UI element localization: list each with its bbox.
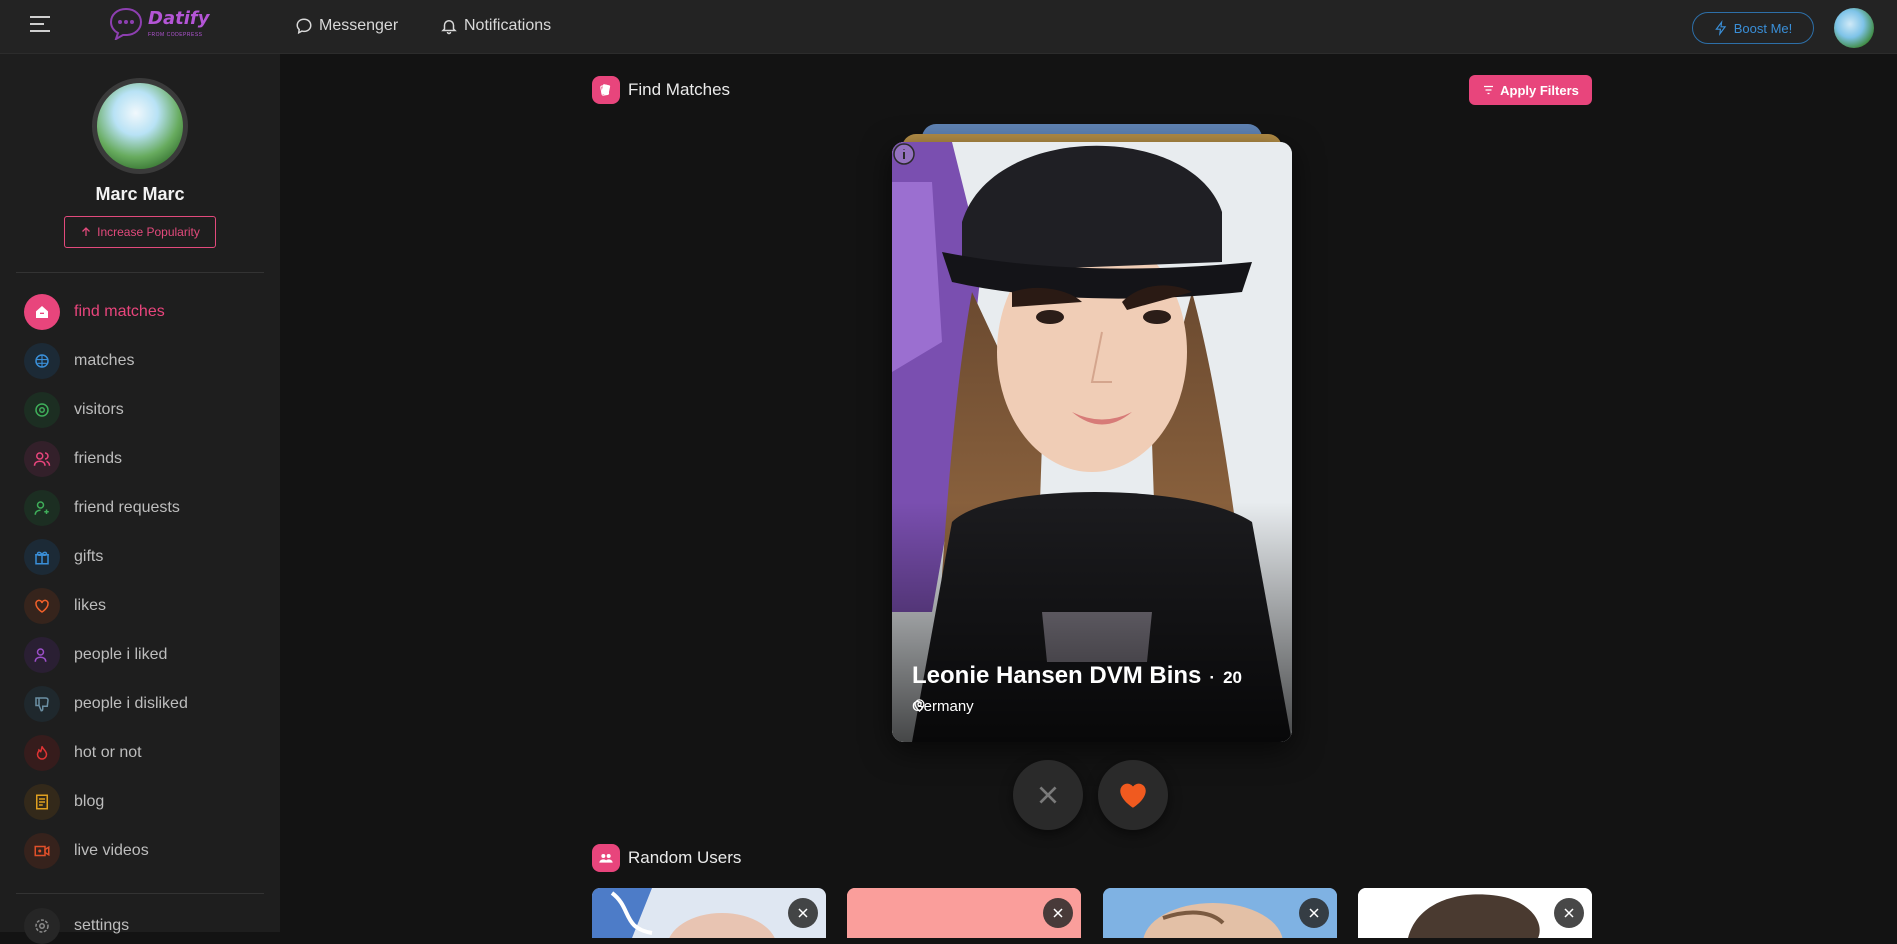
sidebar-item-label: blog (74, 793, 105, 810)
logo-subtext: FROM CODEPRESS (148, 32, 203, 38)
random-users-heading: Random Users (592, 844, 741, 872)
sidebar-item-live-videos[interactable]: live videos (24, 833, 149, 869)
cards-icon (592, 76, 620, 104)
chat-icon (296, 18, 312, 35)
notifications-link[interactable]: Notifications (440, 17, 551, 35)
sidebar-item-matches[interactable]: matches (24, 343, 134, 379)
sidebar-item-people-i-disliked[interactable]: people i disliked (24, 686, 188, 722)
close-icon[interactable] (1554, 898, 1584, 928)
thumbs-down-icon (24, 686, 60, 722)
main-content: Find Matches Apply Filters Leonie Hansen… (280, 54, 1897, 938)
eye-icon (24, 392, 60, 428)
notifications-label: Notifications (464, 17, 552, 34)
boost-button[interactable]: Boost Me! (1692, 12, 1814, 44)
sidebar-item-label: people i liked (74, 646, 168, 663)
sidebar-item-label: hot or not (74, 744, 142, 761)
sidebar-item-likes[interactable]: likes (24, 588, 106, 624)
sidebar-item-label: live videos (74, 842, 149, 859)
sidebar-item-label: people i disliked (74, 695, 188, 712)
sidebar-item-label: friends (74, 450, 123, 467)
logo[interactable]: Datify FROM CODEPRESS (108, 6, 209, 42)
sidebar-item-find-matches[interactable]: find matches (24, 294, 165, 330)
match-name-text: Leonie Hansen DVM Bins (912, 662, 1202, 689)
close-icon (1039, 786, 1057, 804)
dislike-button[interactable] (1013, 760, 1083, 830)
match-card[interactable]: Leonie Hansen DVM Bins · 20 Germany (892, 142, 1292, 742)
sidebar-item-label: likes (74, 597, 107, 614)
document-icon (24, 784, 60, 820)
heart-icon (24, 588, 60, 624)
close-icon[interactable] (1043, 898, 1073, 928)
sidebar-item-visitors[interactable]: visitors (24, 392, 124, 428)
sidebar-item-people-i-liked[interactable]: people i liked (24, 637, 167, 673)
sidebar-item-settings[interactable]: settings (24, 908, 129, 944)
users-icon (592, 844, 620, 872)
sidebar-item-friend-requests[interactable]: friend requests (24, 490, 180, 526)
like-button[interactable] (1098, 760, 1168, 830)
heart-icon (1120, 783, 1146, 808)
sidebar-item-label: friend requests (74, 499, 180, 516)
match-name: Leonie Hansen DVM Bins · 20 (912, 662, 1242, 690)
increase-popularity-label: Increase Popularity (97, 225, 200, 239)
sidebar-item-friends[interactable]: friends (24, 441, 122, 477)
match-photo (892, 142, 1292, 742)
gear-icon (24, 908, 60, 944)
flame-icon (24, 735, 60, 771)
random-user-card[interactable] (1103, 888, 1337, 938)
menu-icon[interactable] (30, 16, 50, 36)
sidebar-item-label: visitors (74, 401, 124, 418)
match-location: Germany (912, 698, 974, 715)
logo-text: Datify (148, 8, 210, 29)
random-users-title: Random Users (628, 848, 742, 867)
lightning-icon (1714, 20, 1726, 36)
boost-label: Boost Me! (1733, 20, 1793, 36)
bell-icon (441, 20, 457, 35)
sidebar-item-label: find matches (74, 303, 165, 320)
random-user-card[interactable] (847, 888, 1081, 938)
sidebar: Marc Marc Increase Popularity find match… (0, 54, 280, 944)
user-avatar[interactable] (1834, 8, 1874, 48)
user-check-icon (24, 637, 60, 673)
match-age: 20 (1223, 668, 1242, 687)
globe-icon (24, 343, 60, 379)
random-user-card[interactable] (592, 888, 826, 938)
find-matches-title: Find Matches (628, 80, 731, 99)
users-icon (24, 441, 60, 477)
home-icon (24, 294, 60, 330)
apply-filters-label: Apply Filters (1500, 82, 1579, 98)
find-matches-heading: Find Matches (592, 76, 730, 104)
sidebar-item-gifts[interactable]: gifts (24, 539, 103, 575)
top-bar: Datify FROM CODEPRESS Messenger Notifica… (0, 0, 1897, 54)
sidebar-divider (16, 272, 264, 273)
random-user-card[interactable] (1358, 888, 1592, 938)
close-icon[interactable] (1299, 898, 1329, 928)
apply-filters-button[interactable]: Apply Filters (1469, 75, 1592, 105)
sidebar-divider (16, 893, 264, 894)
sidebar-item-label: gifts (74, 548, 104, 565)
close-icon[interactable] (788, 898, 818, 928)
info-icon[interactable] (892, 142, 916, 166)
age-separator: · (1209, 668, 1216, 687)
logo-bubble-icon (109, 7, 143, 42)
video-icon (24, 833, 60, 869)
sidebar-item-label: matches (74, 352, 135, 369)
user-plus-icon (24, 490, 60, 526)
sidebar-item-blog[interactable]: blog (24, 784, 104, 820)
messenger-label: Messenger (319, 17, 399, 34)
profile-name: Marc Marc (95, 184, 185, 204)
arrow-up-icon (82, 227, 91, 236)
sidebar-item-label: settings (74, 917, 130, 934)
filter-icon (1484, 85, 1494, 95)
gift-icon (24, 539, 60, 575)
increase-popularity-button[interactable]: Increase Popularity (64, 216, 216, 248)
location-pin-icon (914, 699, 925, 712)
sidebar-item-hot-or-not[interactable]: hot or not (24, 735, 142, 771)
profile-avatar[interactable] (92, 78, 188, 174)
messenger-link[interactable]: Messenger (295, 17, 398, 35)
